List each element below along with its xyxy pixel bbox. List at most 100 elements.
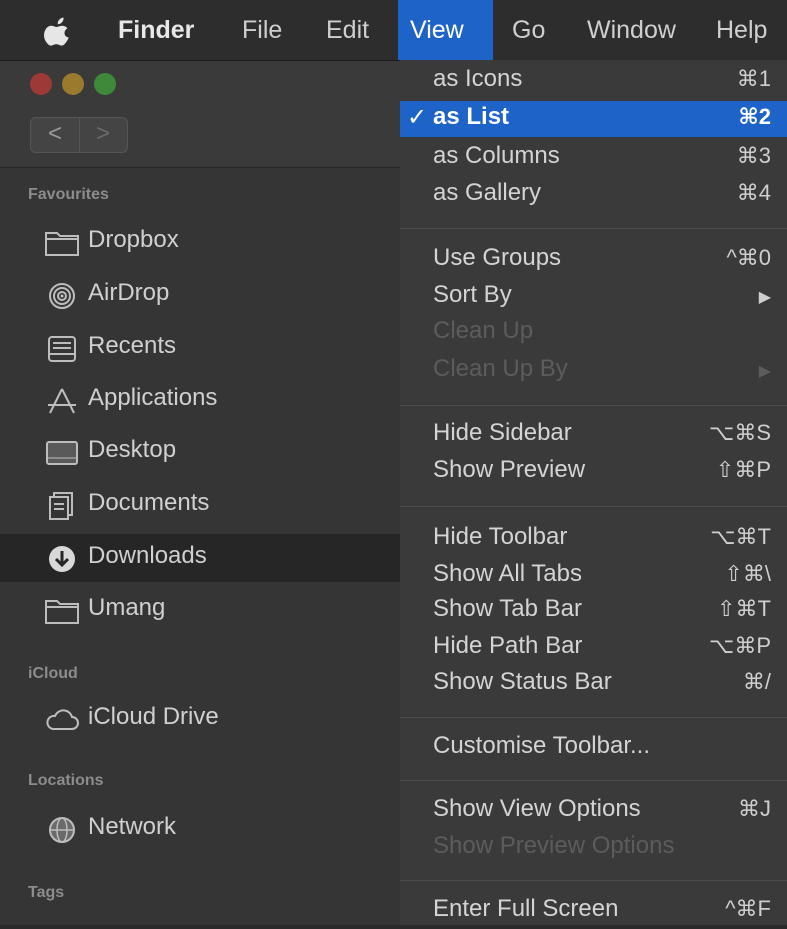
menu-separator — [400, 780, 787, 781]
menu-item-shortcut: ⌥⌘T — [710, 524, 771, 549]
menu-item-shortcut: ⌥⌘P — [708, 633, 771, 658]
menu-go[interactable]: Go — [512, 0, 545, 60]
menu-item-label: Hide Toolbar — [433, 523, 568, 550]
menu-item-label: Use Groups — [433, 244, 562, 271]
menu-separator — [400, 405, 787, 406]
menu-item-label: as List — [433, 103, 510, 130]
menu-item-shortcut: ^⌘F — [725, 896, 771, 921]
submenu-arrow-icon: ▶ — [758, 289, 771, 306]
menu-item-label: Show Preview Options — [433, 832, 675, 859]
sidebar-item-airdrop[interactable]: AirDrop — [0, 271, 400, 319]
sidebar-item-icloud-drive[interactable]: iCloud Drive — [0, 695, 400, 743]
menu-item-label: as Icons — [433, 65, 523, 92]
menu-finder[interactable]: Finder — [118, 0, 194, 60]
menu-item-use-groups[interactable]: Use Groups ^⌘0 — [400, 242, 787, 278]
menu-item-sort-by[interactable]: Sort By ▶ — [400, 279, 787, 315]
icloud-heading: iCloud — [28, 665, 78, 682]
sidebar-item-network[interactable]: Network — [0, 805, 400, 853]
forward-button[interactable]: > — [79, 118, 127, 152]
menu-item-label: as Gallery — [433, 179, 542, 206]
menu-item-label: Sort By — [433, 281, 512, 308]
menu-item-label: Enter Full Screen — [433, 895, 619, 922]
menu-item-hide-sidebar[interactable]: Hide Sidebar ⌥⌘S — [400, 417, 787, 453]
zoom-window-button[interactable] — [94, 73, 116, 95]
menu-window[interactable]: Window — [587, 0, 676, 60]
menu-view[interactable]: View — [398, 0, 493, 60]
menu-item-show-preview-options: Show Preview Options — [400, 830, 787, 866]
sidebar-item-label: AirDrop — [88, 279, 170, 306]
close-window-button[interactable] — [30, 73, 52, 95]
menu-item-as-columns[interactable]: as Columns ⌘3 — [400, 140, 787, 176]
view-menu-dropdown: as Icons ⌘1 ✓ as List ⌘2 as Columns ⌘3 a… — [400, 60, 787, 925]
menu-item-shortcut: ⌘1 — [736, 66, 771, 91]
menu-item-shortcut: ⌥⌘S — [708, 420, 771, 445]
window-toolbar: < > — [0, 61, 400, 168]
finder-window: < > Favourites Dropbox AirDrop Recents A… — [0, 61, 400, 925]
apple-logo-icon[interactable] — [44, 16, 72, 46]
menu-separator — [400, 506, 787, 507]
menu-item-as-gallery[interactable]: as Gallery ⌘4 — [400, 177, 787, 213]
sidebar-item-label: Recents — [88, 332, 177, 359]
sidebar-item-downloads[interactable]: Downloads — [0, 534, 400, 582]
menu-item-show-all-tabs[interactable]: Show All Tabs ⇧⌘\ — [400, 558, 787, 594]
menu-item-as-icons[interactable]: as Icons ⌘1 — [400, 63, 787, 99]
navigation-buttons: < > — [30, 117, 128, 153]
menu-item-as-list[interactable]: ✓ as List ⌘2 — [400, 101, 787, 137]
sidebar-item-label: Umang — [88, 594, 166, 621]
sidebar-item-applications[interactable]: Applications — [0, 376, 400, 424]
folder-icon — [45, 600, 79, 624]
menu-separator — [400, 880, 787, 881]
sidebar-item-recents[interactable]: Recents — [0, 324, 400, 372]
menu-item-label: Hide Sidebar — [433, 419, 572, 446]
menu-item-show-status-bar[interactable]: Show Status Bar ⌘/ — [400, 666, 787, 702]
menu-bar: Finder File Edit View Go Window Help — [0, 0, 787, 61]
menu-item-label: Clean Up By — [433, 355, 568, 382]
sidebar-item-label: Dropbox — [88, 226, 179, 253]
recents-icon — [48, 336, 76, 362]
applications-icon — [48, 388, 76, 414]
minimize-window-button[interactable] — [62, 73, 84, 95]
globe-icon — [49, 817, 75, 843]
menu-item-shortcut: ⇧⌘\ — [724, 561, 771, 586]
sidebar-item-documents[interactable]: Documents — [0, 481, 400, 529]
submenu-arrow-icon: ▶ — [758, 363, 771, 380]
menu-item-hide-toolbar[interactable]: Hide Toolbar ⌥⌘T — [400, 521, 787, 557]
menu-separator — [400, 228, 787, 229]
airdrop-icon — [49, 283, 75, 309]
menu-edit[interactable]: Edit — [326, 0, 369, 60]
menu-item-show-view-options[interactable]: Show View Options ⌘J — [400, 793, 787, 829]
menu-item-clean-up: Clean Up — [400, 315, 787, 351]
menu-help[interactable]: Help — [716, 0, 767, 60]
menu-item-hide-path-bar[interactable]: Hide Path Bar ⌥⌘P — [400, 630, 787, 666]
sidebar-item-label: Applications — [88, 384, 218, 411]
menu-item-label: as Columns — [433, 142, 560, 169]
menu-item-label: Clean Up — [433, 317, 534, 344]
menu-file[interactable]: File — [242, 0, 282, 60]
folder-icon — [45, 232, 79, 256]
cloud-icon — [46, 709, 79, 730]
back-button[interactable]: < — [31, 118, 80, 152]
sidebar-item-label: Desktop — [88, 436, 177, 463]
menu-item-shortcut: ⇧⌘P — [715, 457, 771, 482]
sidebar-item-label: Documents — [88, 489, 210, 516]
menu-item-show-tab-bar[interactable]: Show Tab Bar ⇧⌘T — [400, 593, 787, 629]
tags-heading: Tags — [28, 884, 65, 901]
menu-item-shortcut: ⌘/ — [742, 669, 771, 694]
menu-item-customise-toolbar[interactable]: Customise Toolbar... — [400, 730, 787, 766]
menu-item-shortcut: ⌘J — [738, 796, 771, 821]
menu-item-shortcut: ⌘4 — [736, 180, 771, 205]
downloads-icon — [49, 546, 75, 572]
desktop-icon — [46, 441, 78, 465]
sidebar-item-desktop[interactable]: Desktop — [0, 428, 400, 476]
menu-item-label: Customise Toolbar... — [433, 732, 650, 759]
menu-item-show-preview[interactable]: Show Preview ⇧⌘P — [400, 454, 787, 490]
sidebar-item-dropbox[interactable]: Dropbox — [0, 218, 400, 266]
menu-item-shortcut: ⌘3 — [736, 143, 771, 168]
menu-separator — [400, 717, 787, 718]
menu-item-clean-up-by: Clean Up By ▶ — [400, 353, 787, 389]
menu-item-label: Show All Tabs — [433, 560, 582, 587]
menu-item-label: Show Status Bar — [433, 668, 612, 695]
sidebar-item-umang[interactable]: Umang — [0, 586, 400, 634]
menu-item-label: Show Preview — [433, 456, 586, 483]
menu-item-enter-full-screen[interactable]: Enter Full Screen ^⌘F — [400, 893, 787, 929]
